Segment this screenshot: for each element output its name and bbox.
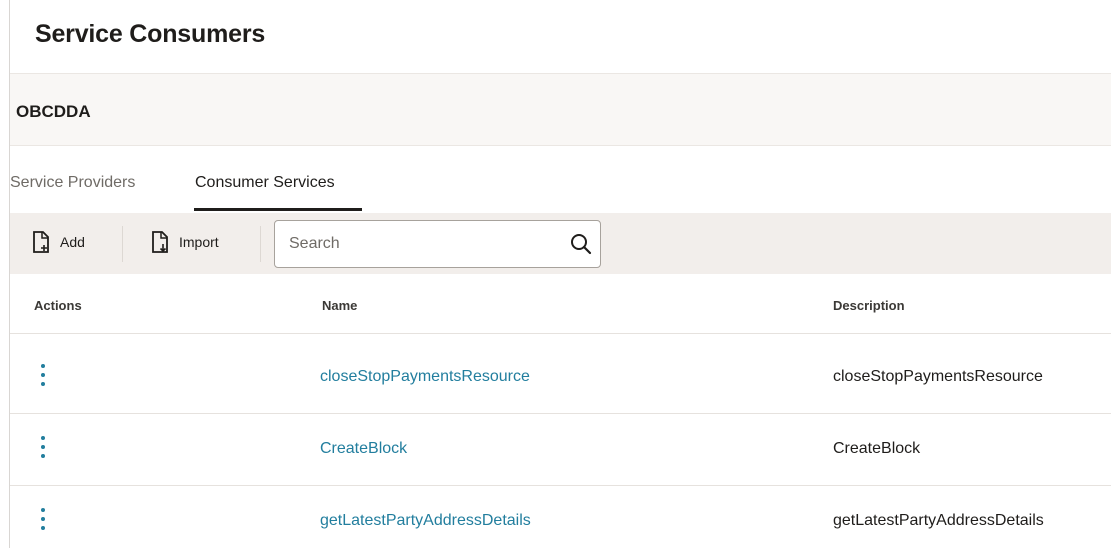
- column-header-name[interactable]: Name: [322, 298, 357, 313]
- selected-tab-indicator: [194, 208, 362, 211]
- toolbar-divider: [122, 226, 123, 262]
- column-header-actions: Actions: [34, 298, 82, 313]
- tab-consumer-services[interactable]: Consumer Services: [195, 174, 335, 192]
- consumer-name: OBCDDA: [16, 102, 91, 121]
- search-field[interactable]: [274, 220, 601, 268]
- service-name-link[interactable]: CreateBlock: [320, 440, 407, 458]
- service-name-link[interactable]: closeStopPaymentsResource: [320, 368, 530, 386]
- service-name-link[interactable]: getLatestPartyAddressDetails: [320, 512, 531, 530]
- toolbar: Add Import: [10, 213, 1111, 274]
- page-title: Service Consumers: [35, 20, 266, 48]
- search-icon[interactable]: [570, 233, 592, 255]
- add-button[interactable]: Add: [32, 231, 85, 253]
- service-description: CreateBlock: [833, 440, 921, 457]
- service-description: getLatestPartyAddressDetails: [833, 512, 1044, 529]
- row-actions-menu-icon[interactable]: [38, 508, 48, 534]
- table-header: Actions Name Description: [10, 274, 1111, 334]
- add-document-icon: [33, 231, 49, 253]
- search-input[interactable]: [289, 221, 559, 267]
- tab-bar: Service Providers Consumer Services: [10, 166, 610, 214]
- import-document-icon: [152, 231, 168, 253]
- table-row: closeStopPaymentsResource closeStopPayme…: [10, 342, 1111, 414]
- table-row: CreateBlock CreateBlock: [10, 414, 1111, 486]
- row-actions-menu-icon[interactable]: [38, 436, 48, 462]
- tab-service-providers[interactable]: Service Providers: [10, 174, 135, 192]
- consumer-header-bar: OBCDDA: [10, 73, 1111, 146]
- import-button[interactable]: Import: [151, 231, 219, 253]
- toolbar-divider: [260, 226, 261, 262]
- table-row: getLatestPartyAddressDetails getLatestPa…: [10, 486, 1111, 548]
- row-actions-menu-icon[interactable]: [38, 364, 48, 390]
- service-description: closeStopPaymentsResource: [833, 368, 1043, 385]
- column-header-description[interactable]: Description: [833, 298, 905, 313]
- add-button-label: Add: [60, 234, 85, 250]
- import-button-label: Import: [179, 234, 219, 250]
